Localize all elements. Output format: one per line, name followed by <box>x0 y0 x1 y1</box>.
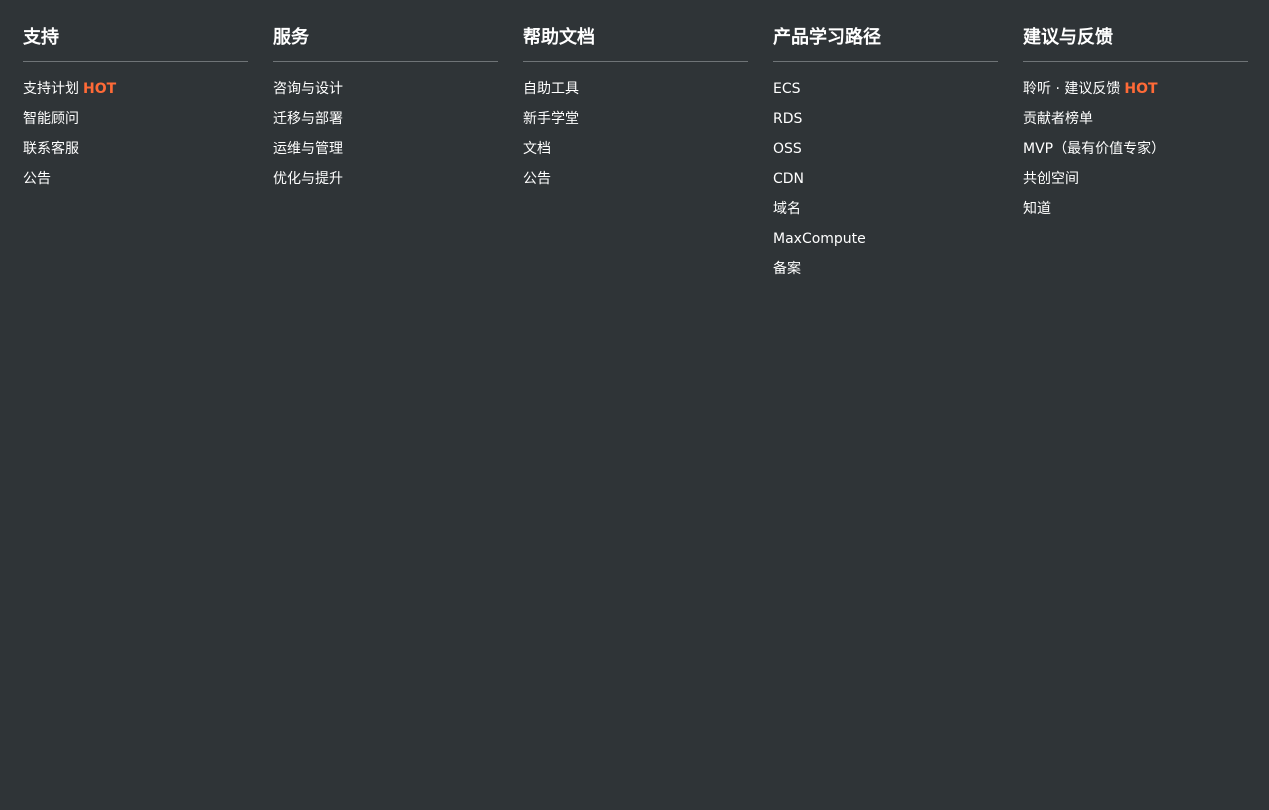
link-oss[interactable]: OSS <box>773 134 998 164</box>
link-cdn[interactable]: CDN <box>773 164 998 194</box>
link-domain[interactable]: 域名 <box>773 194 998 224</box>
link-ops-management[interactable]: 运维与管理 <box>273 134 498 164</box>
link-optimization[interactable]: 优化与提升 <box>273 164 498 194</box>
link-maxcompute[interactable]: MaxCompute <box>773 224 998 254</box>
link-smart-advisor[interactable]: 智能顾问 <box>23 104 248 134</box>
link-listen-feedback[interactable]: 聆听 · 建议反馈 HOT <box>1023 74 1248 104</box>
link-label: 聆听 · 建议反馈 <box>1023 81 1121 97</box>
link-migration-deployment[interactable]: 迁移与部署 <box>273 104 498 134</box>
column-list-feedback: 聆听 · 建议反馈 HOT 贡献者榜单 MVP（最有价值专家） 共创空间 知道 <box>1023 74 1248 224</box>
column-list-services: 咨询与设计 迁移与部署 运维与管理 优化与提升 <box>273 74 498 194</box>
link-contributor-ranking[interactable]: 贡献者榜单 <box>1023 104 1248 134</box>
link-documentation[interactable]: 文档 <box>523 134 748 164</box>
column-list-learning-paths: ECS RDS OSS CDN 域名 MaxCompute 备案 <box>773 74 998 284</box>
link-icp-filing[interactable]: 备案 <box>773 254 998 284</box>
link-ecs[interactable]: ECS <box>773 74 998 104</box>
column-title-feedback: 建议与反馈 <box>1023 25 1248 62</box>
column-support: 支持 支持计划 HOT 智能顾问 联系客服 公告 <box>23 25 248 194</box>
column-services: 服务 咨询与设计 迁移与部署 运维与管理 优化与提升 <box>273 25 498 194</box>
link-rds[interactable]: RDS <box>773 104 998 134</box>
footer-nav: 支持 支持计划 HOT 智能顾问 联系客服 公告 服务 咨询与设计 迁移与部署 运… <box>0 0 1269 810</box>
link-co-creation-space[interactable]: 共创空间 <box>1023 164 1248 194</box>
column-learning-paths: 产品学习路径 ECS RDS OSS CDN 域名 MaxCompute 备案 <box>773 25 998 284</box>
link-consulting-design[interactable]: 咨询与设计 <box>273 74 498 104</box>
column-help-docs: 帮助文档 自助工具 新手学堂 文档 公告 <box>523 25 748 194</box>
column-title-learning-paths: 产品学习路径 <box>773 25 998 62</box>
link-contact-service[interactable]: 联系客服 <box>23 134 248 164</box>
link-announcements[interactable]: 公告 <box>23 164 248 194</box>
column-title-services: 服务 <box>273 25 498 62</box>
link-mvp[interactable]: MVP（最有价值专家） <box>1023 134 1248 164</box>
link-beginner-academy[interactable]: 新手学堂 <box>523 104 748 134</box>
link-zhidao[interactable]: 知道 <box>1023 194 1248 224</box>
column-list-support: 支持计划 HOT 智能顾问 联系客服 公告 <box>23 74 248 194</box>
column-list-help-docs: 自助工具 新手学堂 文档 公告 <box>523 74 748 194</box>
link-support-plan[interactable]: 支持计划 HOT <box>23 74 248 104</box>
column-feedback: 建议与反馈 聆听 · 建议反馈 HOT 贡献者榜单 MVP（最有价值专家） 共创空… <box>1023 25 1248 224</box>
link-label: 支持计划 <box>23 81 79 97</box>
hot-badge: HOT <box>83 81 117 97</box>
column-title-help-docs: 帮助文档 <box>523 25 748 62</box>
link-self-service-tools[interactable]: 自助工具 <box>523 74 748 104</box>
link-docs-announcements[interactable]: 公告 <box>523 164 748 194</box>
hot-badge: HOT <box>1124 81 1158 97</box>
column-title-support: 支持 <box>23 25 248 62</box>
